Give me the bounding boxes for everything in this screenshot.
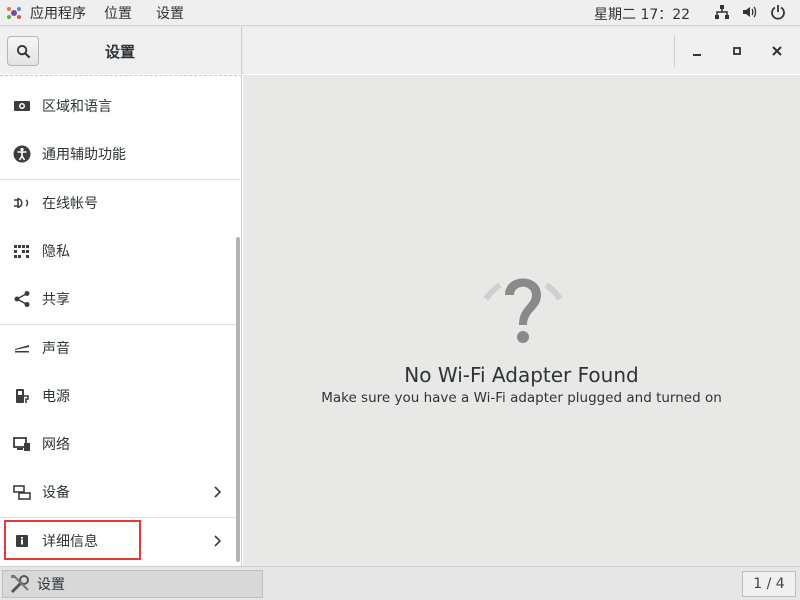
chevron-right-icon [214, 535, 222, 547]
sidebar-item-label: 网络 [42, 437, 70, 453]
region-icon [12, 96, 32, 116]
wifi-unknown-icon [483, 278, 563, 343]
power-icon[interactable] [770, 4, 786, 20]
network-icon [12, 434, 32, 454]
sidebar-item-label: 通用辅助功能 [42, 147, 126, 163]
sidebar-item-sharing[interactable]: 共享 [0, 275, 240, 323]
search-button[interactable] [7, 36, 39, 66]
taskbar-settings-label: 设置 [37, 577, 65, 593]
sidebar-header: 设置 [0, 27, 242, 74]
minimize-icon [693, 54, 701, 56]
search-icon [16, 44, 30, 58]
sidebar-item-sound[interactable]: 声音 [0, 324, 240, 372]
network-wired-icon[interactable] [714, 4, 730, 20]
minimize-button[interactable] [685, 39, 709, 63]
devices-icon [12, 482, 32, 502]
volume-icon[interactable] [742, 4, 758, 20]
sidebar-item-label: 区域和语言 [42, 99, 112, 115]
content-header [243, 27, 800, 74]
sidebar-item-devices[interactable]: 设备 [0, 468, 240, 516]
sidebar-scroll-edge [0, 75, 241, 76]
sidebar-item-region[interactable]: 区域和语言 [0, 82, 240, 130]
sidebar-item-label: 设备 [42, 485, 70, 501]
sidebar-item-power[interactable]: 电源 [0, 372, 240, 420]
settings-menu[interactable]: 设置 [144, 3, 196, 23]
workspace-pager[interactable]: 1 / 4 [742, 571, 796, 597]
maximize-button[interactable] [725, 39, 749, 63]
share-icon [12, 289, 32, 309]
empty-state-subtitle: Make sure you have a Wi-Fi adapter plugg… [321, 390, 722, 406]
header-separator [674, 35, 675, 67]
privacy-icon [12, 241, 32, 261]
places-menu[interactable]: 位置 [92, 3, 144, 23]
sidebar-item-label: 隐私 [42, 244, 70, 260]
empty-state-title: No Wi-Fi Adapter Found [404, 363, 639, 387]
taskbar-settings-button[interactable]: 设置 [2, 570, 263, 598]
sound-icon [12, 338, 32, 358]
bottom-taskbar: 设置 1 / 4 [0, 566, 800, 600]
wifi-panel: No Wi-Fi Adapter Found Make sure you hav… [243, 75, 800, 566]
sidebar-item-label: 电源 [42, 389, 70, 405]
top-bar: 应用程序 位置 设置 星期二 17：22 [0, 0, 800, 26]
sidebar-scrollbar[interactable] [236, 237, 240, 562]
window-title: 设置 [104, 43, 135, 61]
online-accounts-icon [12, 193, 32, 213]
system-tray[interactable] [714, 4, 786, 20]
sidebar-item-label: 共享 [42, 292, 70, 308]
sidebar: 区域和语言 通用辅助功能 在线帐号 隐私 共享 声音 电源 网络 设备 详细信息 [0, 75, 242, 566]
accessibility-icon [12, 144, 32, 164]
sidebar-item-online-accounts[interactable]: 在线帐号 [0, 179, 240, 227]
settings-tools-icon [10, 575, 29, 594]
sidebar-item-accessibility[interactable]: 通用辅助功能 [0, 130, 240, 178]
sidebar-item-network[interactable]: 网络 [0, 420, 240, 468]
header-bar: 设置 [0, 27, 800, 74]
applications-label: 应用程序 [30, 5, 86, 22]
gnome-foot-icon [7, 6, 21, 19]
applications-menu[interactable]: 应用程序 [0, 0, 92, 26]
maximize-icon [733, 47, 741, 55]
highlight-box [4, 520, 141, 560]
clock[interactable]: 星期二 17：22 [594, 4, 690, 24]
sidebar-item-privacy[interactable]: 隐私 [0, 227, 240, 275]
settings-window: 设置 区域和语言 通用辅助功能 在线帐号 隐私 共享 声音 电源 网络 设备 详… [0, 27, 800, 566]
close-button[interactable] [765, 39, 789, 63]
sidebar-item-label: 在线帐号 [42, 196, 98, 212]
chevron-right-icon [214, 486, 222, 498]
close-icon [772, 46, 782, 56]
power-icon [12, 386, 32, 406]
sidebar-item-label: 声音 [42, 341, 70, 357]
